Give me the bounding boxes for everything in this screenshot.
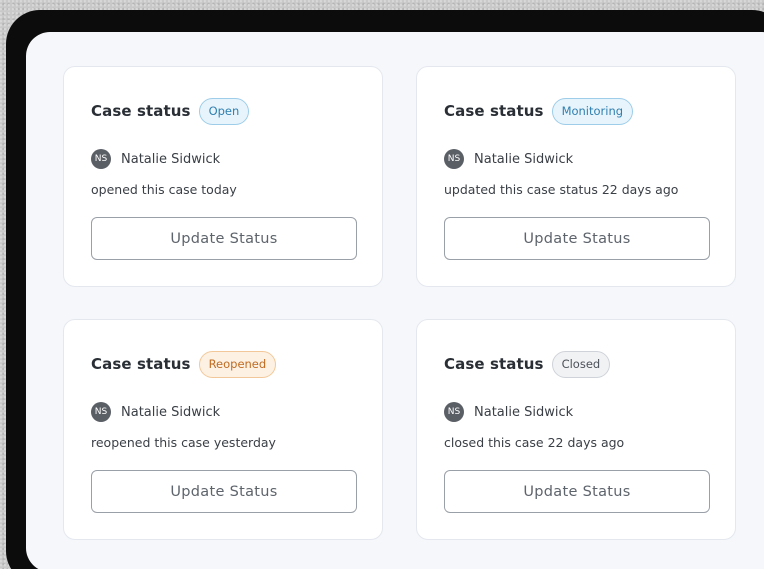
card-title: Case status — [444, 102, 544, 120]
update-status-button[interactable]: Update Status — [444, 470, 710, 513]
update-status-button[interactable]: Update Status — [444, 217, 710, 260]
user-row: NS Natalie Sidwick — [91, 402, 220, 422]
case-status-card-monitoring: Case status Monitoring NS Natalie Sidwic… — [416, 66, 736, 287]
status-badge: Open — [198, 97, 250, 125]
case-status-card-open: Case status Open NS Natalie Sidwick open… — [63, 66, 383, 287]
status-badge: Monitoring — [551, 97, 634, 125]
avatar: NS — [91, 149, 111, 169]
card-title: Case status — [91, 355, 191, 373]
user-name: Natalie Sidwick — [121, 151, 221, 167]
card-title: Case status — [444, 355, 544, 373]
activity-text: reopened this case yesterday — [91, 435, 276, 450]
card-header: Case status Closed — [444, 350, 611, 378]
user-row: NS Natalie Sidwick — [444, 149, 573, 169]
avatar: NS — [444, 149, 464, 169]
user-name: Natalie Sidwick — [474, 151, 574, 167]
activity-text: updated this case status 22 days ago — [444, 182, 679, 197]
user-name: Natalie Sidwick — [474, 404, 574, 420]
activity-text: opened this case today — [91, 182, 237, 197]
avatar: NS — [444, 402, 464, 422]
card-header: Case status Open — [91, 97, 250, 125]
card-title: Case status — [91, 102, 191, 120]
card-header: Case status Reopened — [91, 350, 277, 378]
screen: Case status Open NS Natalie Sidwick open… — [26, 32, 764, 569]
user-row: NS Natalie Sidwick — [444, 402, 573, 422]
activity-text: closed this case 22 days ago — [444, 435, 625, 450]
status-badge: Reopened — [198, 350, 277, 378]
card-header: Case status Monitoring — [444, 97, 634, 125]
update-status-button[interactable]: Update Status — [91, 470, 357, 513]
case-status-card-closed: Case status Closed NS Natalie Sidwick cl… — [416, 319, 736, 540]
update-status-button[interactable]: Update Status — [91, 217, 357, 260]
status-badge: Closed — [551, 350, 611, 378]
user-name: Natalie Sidwick — [121, 404, 221, 420]
device-bezel: Case status Open NS Natalie Sidwick open… — [6, 10, 764, 569]
avatar: NS — [91, 402, 111, 422]
user-row: NS Natalie Sidwick — [91, 149, 220, 169]
case-status-card-reopened: Case status Reopened NS Natalie Sidwick … — [63, 319, 383, 540]
